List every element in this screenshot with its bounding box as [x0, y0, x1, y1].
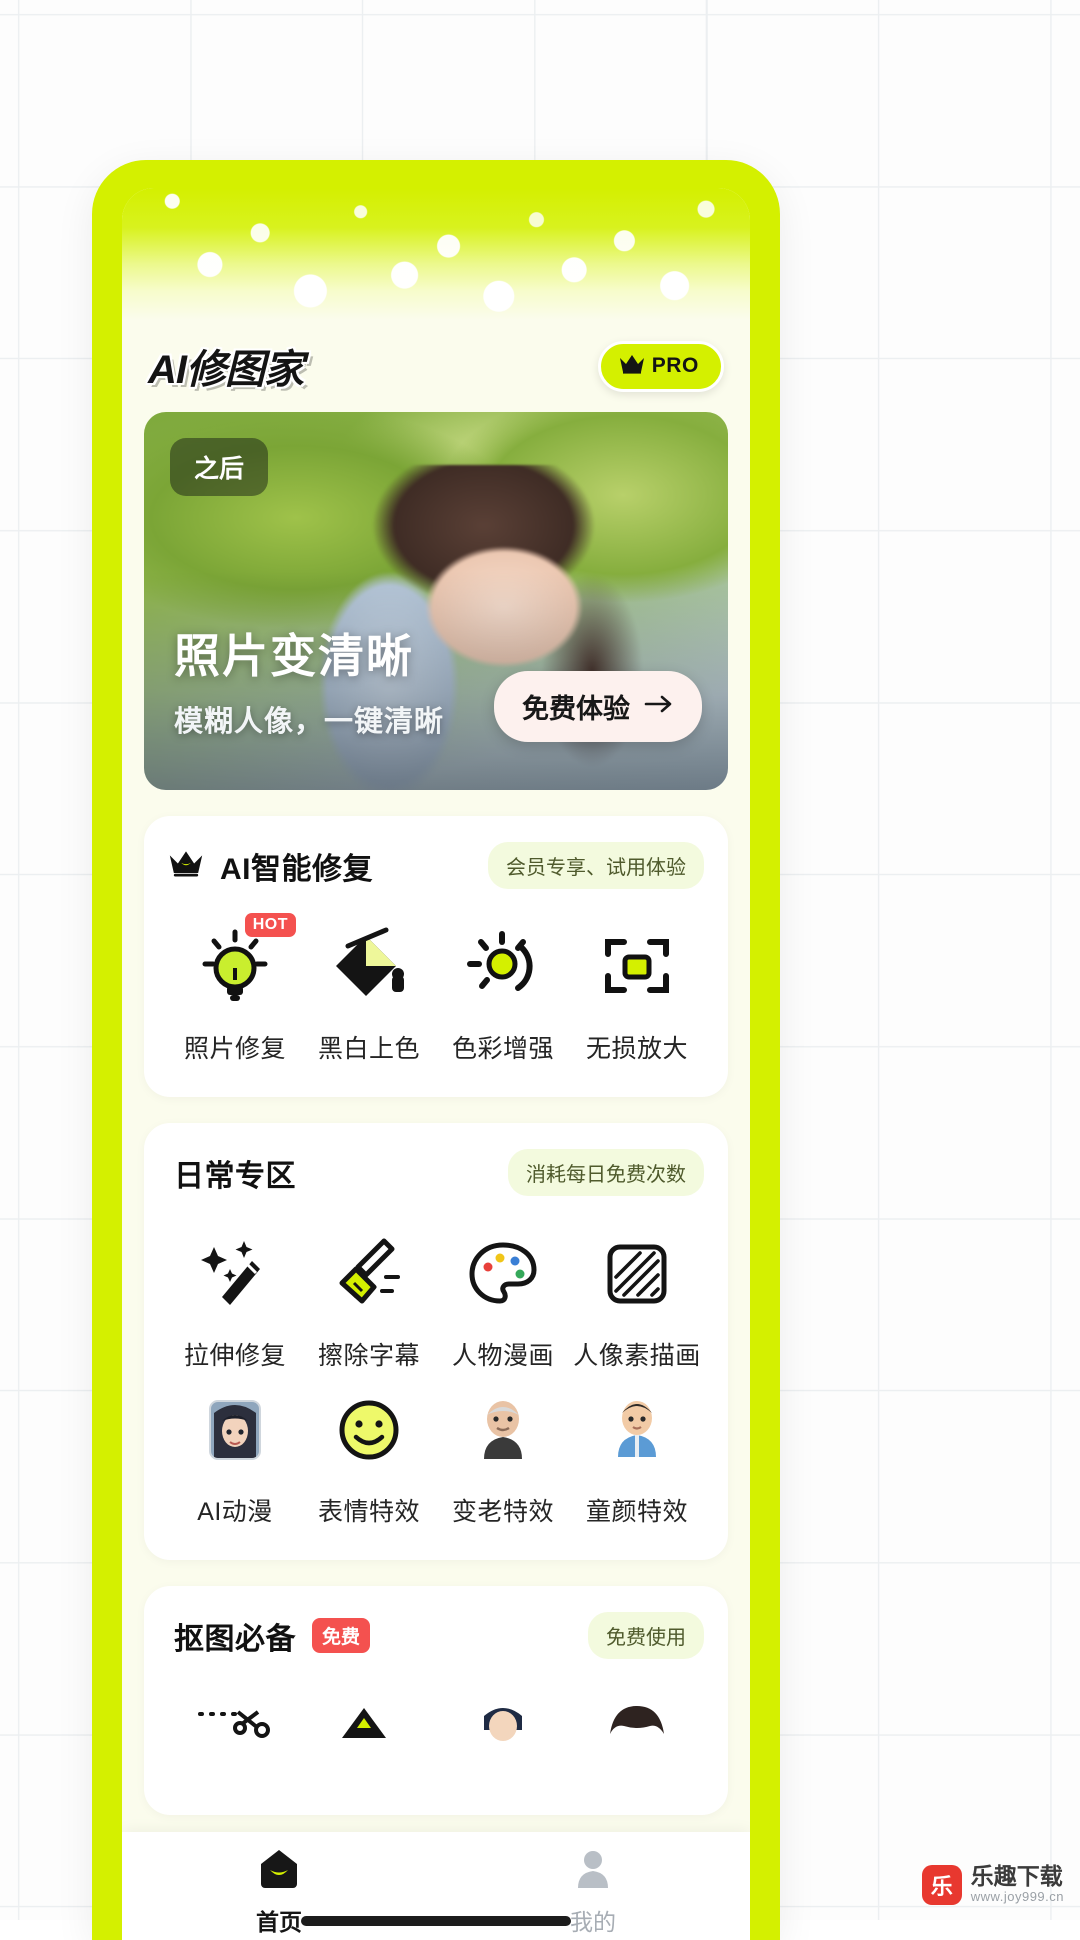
section-title: 日常专区 — [164, 1151, 306, 1198]
phone-screen: AI修图家 PRO 之后 照片变清晰 模糊人像，一键清晰 免费体验 AI智能修复… — [122, 188, 750, 1940]
crown-icon — [168, 850, 204, 882]
feature-item[interactable]: 表情特效 — [302, 1378, 436, 1530]
bottom-nav: 首页 我的 — [122, 1832, 750, 1940]
smiley-face-icon — [323, 1384, 415, 1476]
feature-item[interactable] — [570, 1685, 704, 1785]
nav-label: 首页 — [256, 1909, 302, 1935]
feature-label: 拉伸修复 — [183, 1342, 286, 1370]
magic-wand-icon — [189, 1228, 281, 1320]
hero-text-block: 照片变清晰 模糊人像，一键清晰 — [174, 620, 444, 740]
expand-frame-icon — [591, 921, 683, 1013]
section-title: 抠图必备 — [164, 1614, 306, 1661]
feature-item[interactable]: 拉伸修复 — [168, 1222, 302, 1374]
person-icon — [569, 1844, 617, 1897]
section-header: 抠图必备 免费 免费使用 — [164, 1612, 704, 1661]
feature-label: 人像素描画 — [573, 1342, 701, 1370]
feature-grid-daily: 拉伸修复 擦除字幕 人物漫画 人像素描画 AI动漫 表情特效 变老特效 童颜特效 — [168, 1222, 704, 1530]
anime-portrait-icon — [189, 1384, 281, 1476]
old-man-icon — [457, 1384, 549, 1476]
section-card-daily: 日常专区 消耗每日免费次数 拉伸修复 擦除字幕 人物漫画 人像素描画 AI动漫 … — [144, 1123, 728, 1560]
sketch-square-icon — [591, 1228, 683, 1320]
feature-label: 黑白上色 — [317, 1035, 420, 1063]
paint-bucket-icon — [323, 921, 415, 1013]
feature-label: 人物漫画 — [451, 1342, 554, 1370]
hair-cutout-icon — [591, 1691, 683, 1783]
feature-label: AI动漫 — [197, 1498, 273, 1526]
main-scroll-area[interactable]: 之后 照片变清晰 模糊人像，一键清晰 免费体验 AI智能修复 会员专享、试用体验… — [122, 412, 750, 1832]
feature-label: 色彩增强 — [451, 1035, 554, 1063]
mountain-photo-icon — [323, 1691, 415, 1783]
feature-item[interactable] — [436, 1685, 570, 1785]
pro-button[interactable]: PRO — [597, 340, 724, 392]
pro-label: PRO — [651, 354, 699, 377]
brightness-sun-icon — [457, 921, 549, 1013]
feature-item[interactable]: 色彩增强 — [436, 915, 570, 1067]
portrait-cutout-icon — [457, 1691, 549, 1783]
hero-after-badge: 之后 — [170, 438, 269, 496]
app-header: AI修图家 PRO — [122, 320, 750, 412]
feature-item[interactable]: 擦除字幕 — [302, 1222, 436, 1374]
palette-icon — [457, 1228, 549, 1320]
home-indicator — [301, 1916, 571, 1926]
free-tag: 免费 — [312, 1618, 371, 1653]
watermark-name: 乐趣下载 — [970, 1863, 1063, 1890]
feature-item[interactable]: 无损放大 — [570, 915, 704, 1067]
feature-item[interactable]: HOT 照片修复 — [168, 913, 302, 1067]
watermark: 乐 乐趣下载 www.joy999.cn — [921, 1863, 1064, 1906]
feature-label: 童颜特效 — [585, 1498, 688, 1526]
section-note: 免费使用 — [588, 1612, 704, 1659]
nav-label: 我的 — [570, 1909, 616, 1935]
section-header: 日常专区 消耗每日免费次数 — [164, 1149, 704, 1198]
feature-label: 擦除字幕 — [317, 1342, 420, 1370]
section-card-ai-repair: AI智能修复 会员专享、试用体验 HOT 照片修复 黑白上色 色彩增强 无损放大 — [144, 816, 728, 1097]
watermark-logo-icon: 乐 — [921, 1865, 962, 1906]
hero-cta-label: 免费体验 — [522, 694, 630, 724]
feature-item[interactable] — [168, 1685, 302, 1785]
hero-banner[interactable]: 之后 照片变清晰 模糊人像，一键清晰 免费体验 — [144, 412, 728, 790]
section-note: 消耗每日免费次数 — [508, 1149, 704, 1196]
feature-item[interactable] — [302, 1685, 436, 1785]
hero-subhead: 模糊人像，一键清晰 — [174, 706, 445, 738]
scissors-cutout-icon — [189, 1691, 281, 1783]
hero-cta-button[interactable]: 免费体验 — [494, 671, 702, 742]
feature-label: 变老特效 — [451, 1498, 554, 1526]
feature-item[interactable]: 黑白上色 — [302, 915, 436, 1067]
feature-label: 表情特效 — [317, 1498, 420, 1526]
watermark-url: www.joy999.cn — [970, 1889, 1064, 1905]
feature-grid-cutout — [168, 1685, 704, 1785]
section-title-group: 日常专区 — [164, 1151, 306, 1198]
feature-label: 照片修复 — [183, 1035, 286, 1063]
section-card-cutout: 抠图必备 免费 免费使用 — [144, 1586, 728, 1815]
hero-headline: 照片变清晰 — [174, 630, 414, 682]
phone-frame: AI修图家 PRO 之后 照片变清晰 模糊人像，一键清晰 免费体验 AI智能修复… — [92, 160, 780, 1940]
feature-item[interactable]: 人物漫画 — [436, 1222, 570, 1374]
section-title: AI智能修复 — [210, 844, 383, 891]
feature-item[interactable]: AI动漫 — [168, 1378, 302, 1530]
feature-item[interactable]: 变老特效 — [436, 1378, 570, 1530]
feature-grid-ai-repair: HOT 照片修复 黑白上色 色彩增强 无损放大 — [168, 913, 704, 1067]
app-title: AI修图家 — [148, 348, 304, 392]
arrow-right-icon — [644, 694, 674, 719]
section-title-group: AI智能修复 — [168, 844, 383, 891]
hot-badge: HOT — [244, 913, 296, 937]
section-header: AI智能修复 会员专享、试用体验 — [168, 842, 704, 891]
crown-icon — [619, 354, 645, 379]
feature-item[interactable]: 童颜特效 — [570, 1378, 704, 1530]
header-grain-gradient — [122, 188, 750, 320]
broom-icon — [323, 1228, 415, 1320]
feature-item[interactable]: 人像素描画 — [570, 1222, 704, 1374]
section-title-group: 抠图必备 免费 — [164, 1614, 371, 1661]
home-icon — [255, 1844, 303, 1897]
feature-label: 无损放大 — [585, 1035, 688, 1063]
section-note: 会员专享、试用体验 — [488, 842, 704, 889]
young-boy-icon — [591, 1384, 683, 1476]
